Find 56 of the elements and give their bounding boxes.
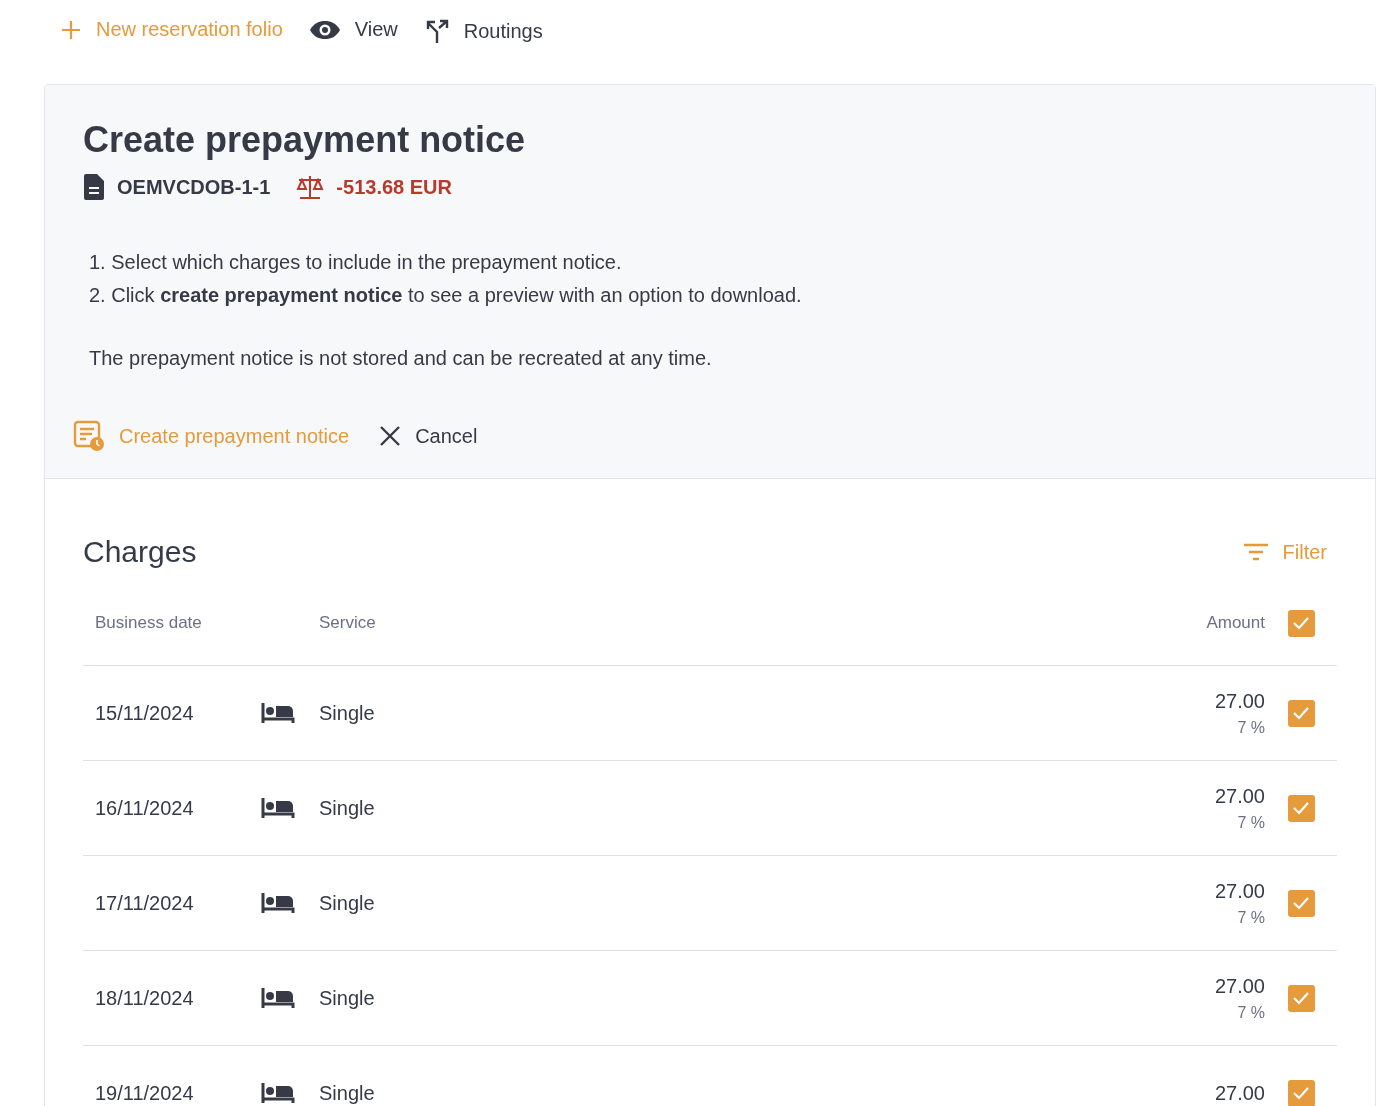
amount-cell: 27.00 [1214, 1081, 1265, 1105]
row-checkbox[interactable] [1287, 1079, 1315, 1106]
service-cell-text: Single [319, 796, 376, 820]
checkmark-icon [1292, 616, 1310, 630]
date-cell-text: 15/11/2024 [94, 701, 195, 725]
bed-icon [261, 987, 295, 1009]
checkmark-icon [1292, 896, 1310, 910]
checkmark-icon [1292, 991, 1310, 1005]
service-cell-text: Single [319, 701, 376, 725]
folio-number: OEMVCDOB-1-1 [117, 175, 271, 199]
document-clock-icon [73, 420, 105, 452]
bed-icon [261, 702, 295, 724]
row-checkbox[interactable] [1287, 794, 1315, 822]
column-header: Amount [1206, 613, 1265, 633]
bed-icon [261, 797, 295, 819]
date-cell-text: 19/11/2024 [94, 1081, 195, 1105]
amount-cell: 27.00 [1214, 689, 1265, 713]
date-cell-text: 16/11/2024 [94, 796, 195, 820]
scale-icon [296, 174, 325, 200]
amount-cell: 27.00 [1214, 974, 1265, 998]
tax-rate: 7 % [1237, 908, 1265, 927]
column-header: Business date [94, 613, 203, 633]
balance-amount: -513.68 EUR [336, 175, 452, 199]
filter-icon [1242, 542, 1269, 562]
panel-title: Create prepayment notice [83, 119, 527, 161]
action-button[interactable]: Cancel [379, 418, 478, 454]
toolbar-button[interactable]: Routings [423, 16, 543, 46]
column-header: Service [319, 613, 377, 633]
row-checkbox[interactable] [1287, 984, 1315, 1012]
amount-cell: 27.00 [1214, 784, 1265, 808]
row-checkbox[interactable] [1287, 699, 1315, 727]
close-icon [379, 425, 402, 447]
document-icon [83, 173, 105, 201]
checkmark-icon [1292, 801, 1310, 815]
instruction-step: 2. Click create prepayment notice to see a preview with an option to download. [89, 284, 1337, 307]
checkmark-icon [1292, 706, 1310, 720]
amount-cell: 27.00 [1214, 879, 1265, 903]
checkmark-icon [1292, 1086, 1310, 1100]
date-cell-text: 18/11/2024 [94, 986, 195, 1010]
eye-icon [308, 19, 341, 40]
plus-icon [60, 18, 82, 41]
tax-rate: 7 % [1237, 1003, 1265, 1022]
bed-icon [261, 892, 295, 914]
info-note: The prepayment notice is not stored and can be recreated at any time. [89, 347, 713, 370]
select-all-checkbox[interactable] [1287, 609, 1315, 637]
toolbar-button[interactable]: View [308, 16, 398, 43]
tax-rate: 7 % [1237, 813, 1265, 832]
service-cell-text: Single [319, 1081, 376, 1105]
instruction-step: 1. Select which charges to include in the prepayment notice. [89, 251, 1337, 274]
section-title: Charges [83, 535, 197, 569]
row-checkbox[interactable] [1287, 889, 1315, 917]
service-cell-text: Single [319, 986, 376, 1010]
tax-rate: 7 % [1237, 718, 1265, 737]
service-cell-text: Single [319, 891, 376, 915]
date-cell-text: 17/11/2024 [94, 891, 195, 915]
bed-icon [261, 1082, 295, 1104]
